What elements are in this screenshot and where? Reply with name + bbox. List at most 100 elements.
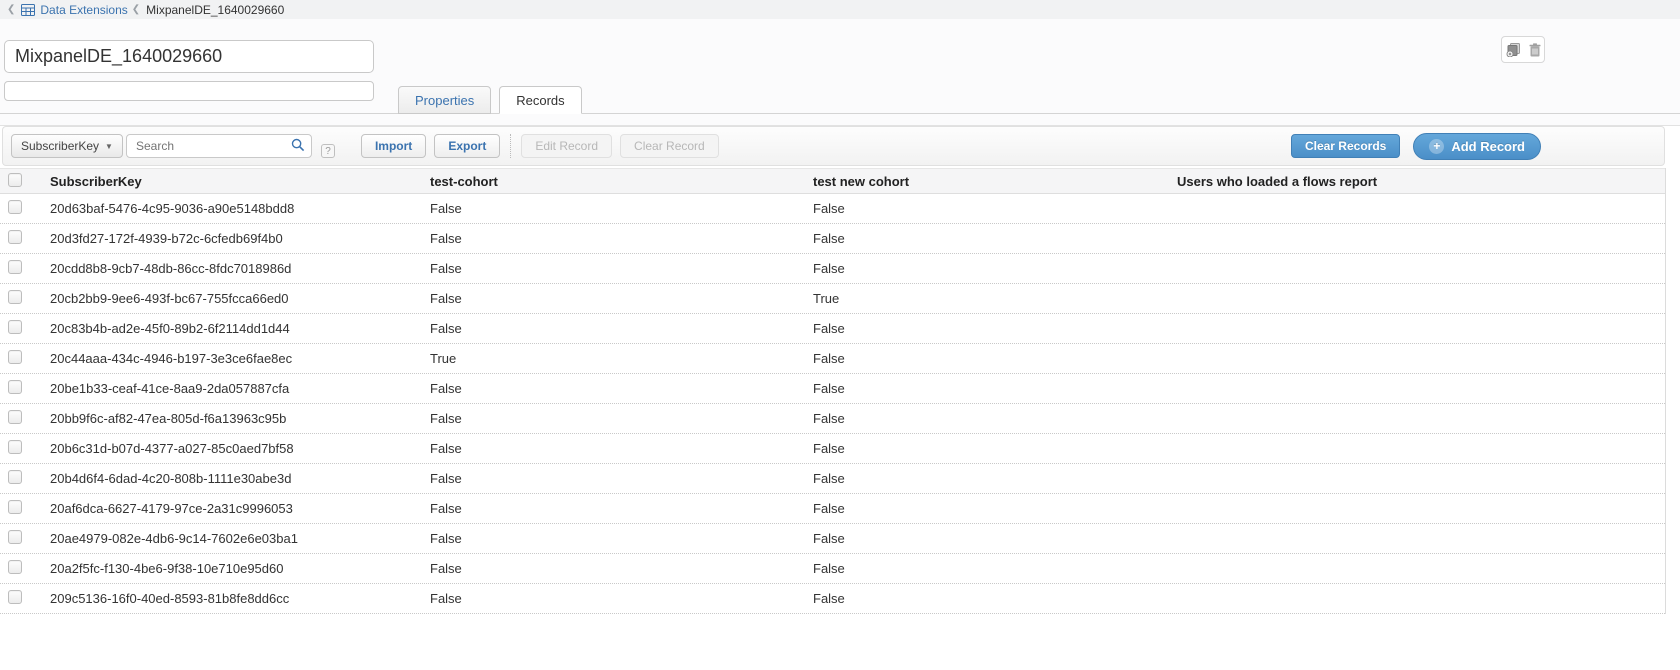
row-checkbox[interactable] bbox=[8, 200, 22, 214]
description-input[interactable] bbox=[4, 81, 374, 101]
cell-subscriber-key: 20a2f5fc-f130-4be6-9f38-10e710e95d60 bbox=[42, 561, 422, 576]
clear-record-button[interactable]: Clear Record bbox=[620, 134, 719, 158]
select-all-checkbox[interactable] bbox=[8, 173, 22, 187]
table-row[interactable]: 20c44aaa-434c-4946-b197-3e3ce6fae8ec Tru… bbox=[0, 344, 1665, 374]
breadcrumb-back-icon[interactable]: ❮ bbox=[7, 5, 15, 15]
row-checkbox-cell bbox=[0, 380, 42, 397]
chevron-down-icon: ▼ bbox=[105, 142, 113, 151]
column-header-subscriber-key[interactable]: SubscriberKey bbox=[42, 174, 422, 189]
search-field-dropdown[interactable]: SubscriberKey ▼ bbox=[11, 134, 123, 158]
cell-subscriber-key: 20cdd8b8-9cb7-48db-86cc-8fdc7018986d bbox=[42, 261, 422, 276]
row-checkbox[interactable] bbox=[8, 410, 22, 424]
cell-test-cohort: False bbox=[422, 501, 805, 516]
row-checkbox[interactable] bbox=[8, 470, 22, 484]
table-row[interactable]: 20cdd8b8-9cb7-48db-86cc-8fdc7018986d Fal… bbox=[0, 254, 1665, 284]
cell-test-cohort: False bbox=[422, 471, 805, 486]
row-checkbox[interactable] bbox=[8, 230, 22, 244]
table-row[interactable]: 20d63baf-5476-4c95-9036-a90e5148bdd8 Fal… bbox=[0, 194, 1665, 224]
table-body: 20d63baf-5476-4c95-9036-a90e5148bdd8 Fal… bbox=[0, 194, 1665, 614]
cell-subscriber-key: 20c83b4b-ad2e-45f0-89b2-6f2114dd1d44 bbox=[42, 321, 422, 336]
row-checkbox-cell bbox=[0, 320, 42, 337]
row-checkbox[interactable] bbox=[8, 590, 22, 604]
cell-test-new-cohort: False bbox=[805, 321, 1169, 336]
breadcrumb-current-page: MixpanelDE_1640029660 bbox=[146, 3, 284, 17]
export-button[interactable]: Export bbox=[434, 134, 500, 158]
row-checkbox[interactable] bbox=[8, 530, 22, 544]
table-row[interactable]: 20a2f5fc-f130-4be6-9f38-10e710e95d60 Fal… bbox=[0, 554, 1665, 584]
table-row[interactable]: 20af6dca-6627-4179-97ce-2a31c9996053 Fal… bbox=[0, 494, 1665, 524]
cell-test-new-cohort: False bbox=[805, 231, 1169, 246]
cell-test-cohort: False bbox=[422, 561, 805, 576]
toolbar-right: Clear Records + Add Record bbox=[1291, 133, 1656, 160]
search-input[interactable] bbox=[126, 134, 312, 158]
table-row[interactable]: 20ae4979-082e-4db6-9c14-7602e6e03ba1 Fal… bbox=[0, 524, 1665, 554]
edit-record-button[interactable]: Edit Record bbox=[521, 134, 612, 158]
header-checkbox-cell bbox=[0, 173, 42, 190]
name-input[interactable] bbox=[4, 40, 374, 73]
row-checkbox[interactable] bbox=[8, 380, 22, 394]
table-row[interactable]: 20b4d6f4-6dad-4c20-808b-1111e30abe3d Fal… bbox=[0, 464, 1665, 494]
table-row[interactable]: 20b6c31d-b07d-4377-a027-85c0aed7bf58 Fal… bbox=[0, 434, 1665, 464]
column-header-test-cohort[interactable]: test-cohort bbox=[422, 174, 805, 189]
row-checkbox[interactable] bbox=[8, 320, 22, 334]
table-row[interactable]: 20be1b33-ceaf-41ce-8aa9-2da057887cfa Fal… bbox=[0, 374, 1665, 404]
row-checkbox-cell bbox=[0, 440, 42, 457]
add-record-button[interactable]: + Add Record bbox=[1413, 133, 1541, 160]
help-icon[interactable]: ? bbox=[321, 144, 335, 158]
copy-icon[interactable] bbox=[1506, 43, 1521, 57]
tab-properties-label: Properties bbox=[415, 93, 474, 108]
cell-test-new-cohort: False bbox=[805, 561, 1169, 576]
clear-records-button[interactable]: Clear Records bbox=[1291, 134, 1400, 158]
breadcrumb-link-data-extensions[interactable]: Data Extensions bbox=[40, 3, 127, 17]
row-checkbox[interactable] bbox=[8, 350, 22, 364]
cell-test-cohort: False bbox=[422, 231, 805, 246]
cell-test-cohort: False bbox=[422, 381, 805, 396]
row-checkbox-cell bbox=[0, 500, 42, 517]
cell-subscriber-key: 20af6dca-6627-4179-97ce-2a31c9996053 bbox=[42, 501, 422, 516]
cell-test-cohort: False bbox=[422, 291, 805, 306]
row-checkbox[interactable] bbox=[8, 440, 22, 454]
search-button[interactable] bbox=[287, 137, 309, 155]
records-toolbar: SubscriberKey ▼ ? Import Export Edit Rec… bbox=[2, 126, 1665, 166]
row-checkbox-cell bbox=[0, 410, 42, 427]
row-checkbox[interactable] bbox=[8, 260, 22, 274]
row-checkbox-cell bbox=[0, 560, 42, 577]
row-checkbox-cell bbox=[0, 470, 42, 487]
row-checkbox-cell bbox=[0, 260, 42, 277]
breadcrumb-separator-icon: ❮ bbox=[132, 5, 140, 15]
cell-subscriber-key: 20ae4979-082e-4db6-9c14-7602e6e03ba1 bbox=[42, 531, 422, 546]
trash-icon[interactable] bbox=[1529, 43, 1541, 57]
cell-subscriber-key: 20d63baf-5476-4c95-9036-a90e5148bdd8 bbox=[42, 201, 422, 216]
row-checkbox-cell bbox=[0, 350, 42, 367]
row-checkbox-cell bbox=[0, 230, 42, 247]
table-row[interactable]: 20bb9f6c-af82-47ea-805d-f6a13963c95b Fal… bbox=[0, 404, 1665, 434]
data-extension-grid-icon bbox=[21, 4, 35, 16]
table-row[interactable]: 20d3fd27-172f-4939-b72c-6cfedb69f4b0 Fal… bbox=[0, 224, 1665, 254]
import-button[interactable]: Import bbox=[361, 134, 426, 158]
records-table: SubscriberKey test-cohort test new cohor… bbox=[0, 168, 1666, 614]
tab-records[interactable]: Records bbox=[499, 86, 581, 114]
search-icon bbox=[291, 138, 305, 155]
row-checkbox[interactable] bbox=[8, 500, 22, 514]
toolbar-divider bbox=[510, 134, 511, 158]
cell-test-new-cohort: False bbox=[805, 501, 1169, 516]
tab-bar: Properties Records bbox=[398, 86, 582, 114]
add-record-label: Add Record bbox=[1451, 139, 1525, 154]
cell-test-cohort: False bbox=[422, 411, 805, 426]
cell-test-cohort: True bbox=[422, 351, 805, 366]
cell-subscriber-key: 20d3fd27-172f-4939-b72c-6cfedb69f4b0 bbox=[42, 231, 422, 246]
table-row[interactable]: 209c5136-16f0-40ed-8593-81b8fe8dd6cc Fal… bbox=[0, 584, 1665, 614]
row-checkbox[interactable] bbox=[8, 290, 22, 304]
column-header-test-new-cohort[interactable]: test new cohort bbox=[805, 174, 1169, 189]
search-field-dropdown-value: SubscriberKey bbox=[21, 139, 99, 153]
row-checkbox[interactable] bbox=[8, 560, 22, 574]
tab-properties[interactable]: Properties bbox=[398, 86, 491, 114]
header-zone: Properties Records bbox=[0, 19, 1680, 125]
column-header-flows-report[interactable]: Users who loaded a flows report bbox=[1169, 174, 1665, 189]
table-row[interactable]: 20c83b4b-ad2e-45f0-89b2-6f2114dd1d44 Fal… bbox=[0, 314, 1665, 344]
cell-test-cohort: False bbox=[422, 531, 805, 546]
table-row[interactable]: 20cb2bb9-9ee6-493f-bc67-755fcca66ed0 Fal… bbox=[0, 284, 1665, 314]
cell-test-new-cohort: True bbox=[805, 291, 1169, 306]
cell-test-cohort: False bbox=[422, 441, 805, 456]
cell-subscriber-key: 20b6c31d-b07d-4377-a027-85c0aed7bf58 bbox=[42, 441, 422, 456]
